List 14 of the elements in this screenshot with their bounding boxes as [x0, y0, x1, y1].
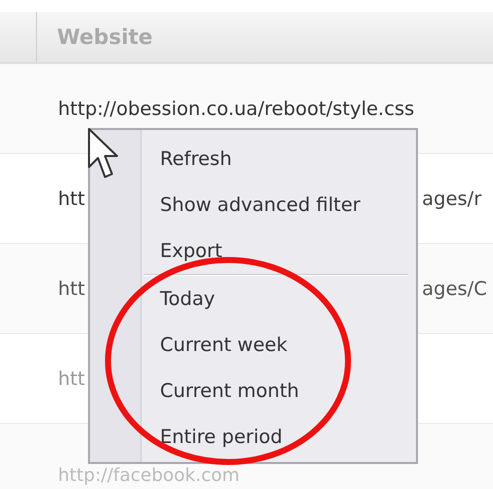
table-cell: htt — [58, 188, 85, 210]
menu-item[interactable]: Current week — [142, 322, 416, 368]
menu-item[interactable]: Refresh — [142, 136, 416, 182]
table-cell: ages/r — [422, 188, 482, 210]
table-cell: htt — [58, 368, 85, 390]
menu-item[interactable]: Export — [142, 228, 416, 274]
menu-item[interactable]: Entire period — [142, 414, 416, 460]
table-cell: http://facebook.com — [58, 466, 240, 486]
table-cell: ages/C — [422, 278, 487, 300]
menu-item[interactable]: Today — [142, 276, 416, 322]
menu-item[interactable]: Current month — [142, 368, 416, 414]
table-cell: htt — [58, 278, 85, 300]
table-cell: http://obession.co.ua/reboot/style.css — [58, 98, 414, 120]
menu-item[interactable]: Show advanced filter — [142, 182, 416, 228]
